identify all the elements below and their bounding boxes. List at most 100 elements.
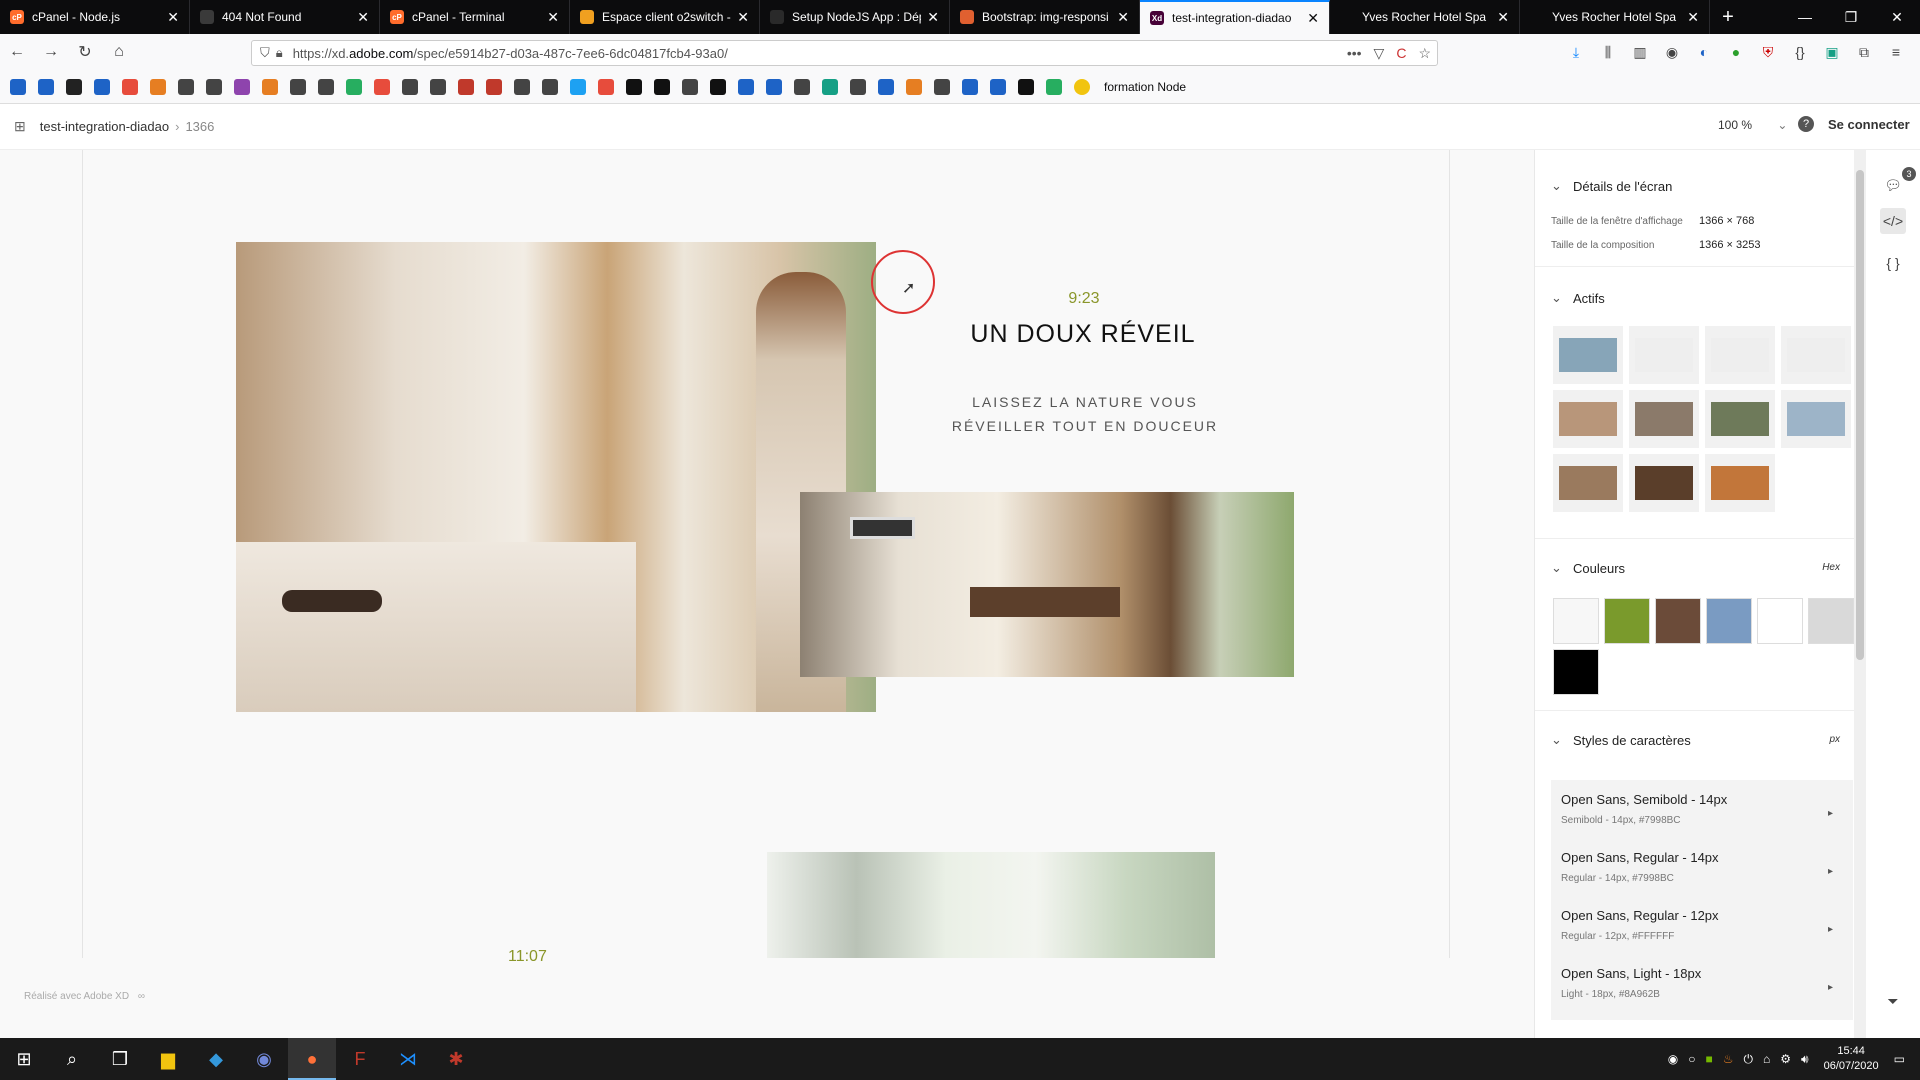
- bookmark-icon[interactable]: [794, 78, 810, 95]
- nature-image[interactable]: [767, 852, 1215, 958]
- section-char-styles[interactable]: ⌄ Styles de caractères: [1551, 732, 1691, 748]
- bookmark-icon[interactable]: [38, 78, 54, 95]
- browser-tab[interactable]: Xd test-integration-diadao ✕: [1140, 0, 1330, 34]
- color-swatch[interactable]: [1553, 598, 1599, 644]
- code-icon[interactable]: </>: [1880, 208, 1906, 234]
- file-explorer-icon[interactable]: ▆: [144, 1038, 192, 1080]
- braces-icon[interactable]: { }: [1880, 250, 1906, 276]
- bookmark-formation-node[interactable]: formation Node: [1104, 80, 1186, 94]
- asset-thumbnail[interactable]: [1705, 326, 1775, 384]
- app-icon[interactable]: ◆: [192, 1038, 240, 1080]
- browser-tab[interactable]: Yves Rocher Hotel Spa ✕: [1330, 0, 1520, 34]
- app-red-icon[interactable]: ✱: [432, 1038, 480, 1080]
- bookmark-icon[interactable]: [402, 78, 418, 95]
- asset-thumbnail[interactable]: [1553, 454, 1623, 512]
- bookmark-icon[interactable]: [850, 78, 866, 95]
- volume-icon[interactable]: 🔊︎: [1801, 1052, 1809, 1067]
- asset-thumbnail[interactable]: [1553, 326, 1623, 384]
- refresh-ext-icon[interactable]: C: [1396, 45, 1406, 61]
- section-screen-details[interactable]: ⌄ Détails de l'écran: [1551, 178, 1672, 194]
- char-style-item[interactable]: Open Sans, Regular - 14px Regular - 14px,…: [1551, 838, 1853, 904]
- page-actions-icon[interactable]: •••: [1347, 45, 1362, 61]
- bookmark-icon[interactable]: [10, 78, 26, 95]
- section-colors[interactable]: ⌄ Couleurs: [1551, 560, 1625, 576]
- bookmark-icon[interactable]: [150, 78, 166, 95]
- download-icon[interactable]: ⤓: [1560, 44, 1592, 61]
- char-style-item[interactable]: Open Sans, Light - 18px Light - 18px, #8A…: [1551, 954, 1853, 1020]
- back-icon[interactable]: ←: [0, 43, 34, 61]
- bookmark-icon[interactable]: [570, 78, 586, 95]
- restore-icon[interactable]: ❐: [1828, 0, 1874, 34]
- close-tab-icon[interactable]: ✕: [737, 9, 749, 26]
- bookmark-icon[interactable]: [318, 78, 334, 95]
- suite-image[interactable]: [800, 492, 1294, 677]
- forward-icon[interactable]: →: [34, 43, 68, 61]
- extension-teal-icon[interactable]: ▣: [1816, 44, 1848, 61]
- bookmark-icon[interactable]: [682, 78, 698, 95]
- sidebar-icon[interactable]: ▥: [1624, 44, 1656, 61]
- bookmark-icon[interactable]: [598, 78, 614, 95]
- search-icon[interactable]: ⌕: [48, 1038, 96, 1080]
- tray-app-icon[interactable]: ○: [1688, 1052, 1695, 1066]
- browser-tab[interactable]: 404 Not Found ✕: [190, 0, 380, 34]
- char-style-item[interactable]: Open Sans, Regular - 12px Regular - 12px,…: [1551, 896, 1853, 962]
- scrollbar-thumb[interactable]: [1856, 170, 1864, 660]
- char-style-item[interactable]: Open Sans, Semibold - 14px Semibold - 14p…: [1551, 780, 1853, 846]
- color-swatch[interactable]: [1808, 598, 1854, 644]
- extension-green-icon[interactable]: ●: [1720, 44, 1752, 60]
- browser-tab[interactable]: Espace client o2switch - ✕: [570, 0, 760, 34]
- browser-tab[interactable]: cP cPanel - Node.js ✕: [0, 0, 190, 34]
- library-icon[interactable]: ⫼: [1592, 44, 1624, 61]
- asset-thumbnail[interactable]: [1781, 390, 1851, 448]
- asset-thumbnail[interactable]: [1553, 390, 1623, 448]
- clock[interactable]: 15:44 06/07/2020: [1824, 1044, 1879, 1074]
- bookmark-icon[interactable]: [290, 78, 306, 95]
- browser-tab[interactable]: Yves Rocher Hotel Spa ✕: [1520, 0, 1710, 34]
- close-tab-icon[interactable]: ✕: [927, 9, 939, 26]
- browser-tab[interactable]: Setup NodeJS App : Dép ✕: [760, 0, 950, 34]
- bookmark-icon[interactable]: [962, 78, 978, 95]
- asset-thumbnail[interactable]: [1781, 326, 1851, 384]
- color-swatch[interactable]: [1655, 598, 1701, 644]
- bookmark-icon[interactable]: [430, 78, 446, 95]
- discord-tray-icon[interactable]: ◉: [1668, 1052, 1678, 1066]
- bookmark-icon[interactable]: [878, 78, 894, 95]
- close-tab-icon[interactable]: ✕: [167, 9, 179, 26]
- help-icon[interactable]: ?: [1798, 116, 1814, 132]
- extensions-icon[interactable]: ⧉: [1848, 44, 1880, 61]
- panel-scrollbar[interactable]: [1854, 150, 1866, 1038]
- bookmark-icon[interactable]: [822, 78, 838, 95]
- notifications-icon[interactable]: ▭: [1894, 1052, 1905, 1066]
- minimize-icon[interactable]: —: [1782, 0, 1828, 34]
- close-tab-icon[interactable]: ✕: [547, 9, 559, 26]
- close-tab-icon[interactable]: ✕: [1497, 9, 1509, 26]
- close-window-icon[interactable]: ✕: [1874, 0, 1920, 34]
- devtools-icon[interactable]: {}: [1784, 44, 1816, 60]
- task-view-icon[interactable]: ❒: [96, 1038, 144, 1080]
- color-swatch[interactable]: [1553, 649, 1599, 695]
- bookmark-icon[interactable]: [262, 78, 278, 95]
- filter-icon[interactable]: ⏷: [1880, 988, 1906, 1014]
- account-icon[interactable]: ◉: [1656, 44, 1688, 61]
- unit-toggle[interactable]: px: [1829, 734, 1840, 745]
- bookmark-icon[interactable]: [122, 78, 138, 95]
- asset-thumbnail[interactable]: [1629, 326, 1699, 384]
- bookmark-icon[interactable]: [486, 78, 502, 95]
- bookmark-icon[interactable]: [934, 78, 950, 95]
- color-swatch[interactable]: [1604, 598, 1650, 644]
- vscode-icon[interactable]: ⋊: [384, 1038, 432, 1080]
- bookmark-icon[interactable]: [514, 78, 530, 95]
- color-format-toggle[interactable]: Hex: [1822, 562, 1840, 573]
- zoom-select[interactable]: 100 % ⌄: [1718, 118, 1787, 132]
- bookmark-star-icon[interactable]: ☆: [1418, 45, 1431, 62]
- power-icon[interactable]: ⏻: [1744, 1052, 1754, 1067]
- bookmark-icon[interactable]: [458, 78, 474, 95]
- asset-thumbnail[interactable]: [1629, 454, 1699, 512]
- settings-icon[interactable]: ⚙: [1780, 1052, 1791, 1066]
- new-tab-button[interactable]: +: [1710, 0, 1746, 34]
- bookmark-icon[interactable]: [1046, 78, 1062, 95]
- start-icon[interactable]: ⊞: [0, 1038, 48, 1080]
- bookmark-icon[interactable]: [206, 78, 222, 95]
- asset-thumbnail[interactable]: [1629, 390, 1699, 448]
- bookmark-icon[interactable]: [66, 78, 82, 95]
